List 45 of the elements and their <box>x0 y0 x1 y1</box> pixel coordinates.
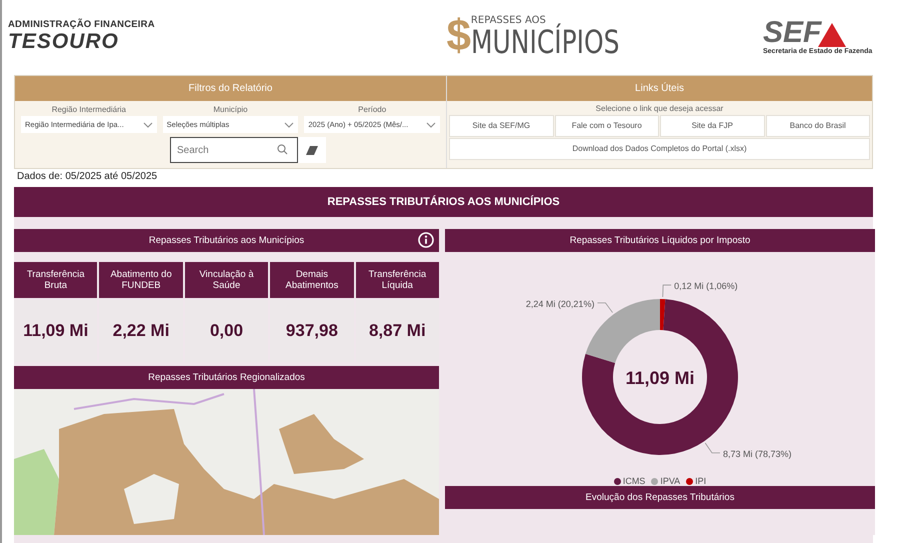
section-header: Filtros do Relatório <box>15 76 446 101</box>
donut-total: 11,09 Mi <box>625 368 695 388</box>
chevron-down-icon <box>142 122 153 128</box>
section-header: Repasses Tributários Regionalizados <box>14 366 439 389</box>
link-button[interactable]: Site da FJP <box>660 115 764 137</box>
link-button[interactable]: Fale com o Tesouro <box>554 115 659 137</box>
dollar-sign-logo: $ <box>446 14 471 58</box>
download-button[interactable]: Download dos Dados Completos do Portal (.xlsx) <box>449 138 870 160</box>
leader-line <box>704 442 720 454</box>
link-button[interactable]: Banco do Brasil <box>766 115 870 137</box>
kpi-header: Vinculação à Saúde <box>184 262 268 298</box>
legend-label: ICMS <box>622 476 646 486</box>
report-title: REPASSES TRIBUTÁRIOS AOS MUNICÍPIOS <box>14 187 873 217</box>
kpi-header: Demais Abatimentos <box>270 262 354 298</box>
clear-button[interactable] <box>298 137 326 163</box>
links-prompt: Selecione o link que deseja acessar <box>594 104 724 113</box>
info-icon[interactable] <box>418 232 434 248</box>
eraser-icon <box>306 146 318 154</box>
section-header: Evolução dos Repasses Tributários <box>445 486 875 509</box>
search-icon <box>277 144 288 155</box>
section-title: Repasses Tributários aos Municípios <box>148 235 304 246</box>
dropdown-label: Região Intermediária <box>52 105 126 114</box>
chevron-down-icon <box>284 122 294 128</box>
sef-logo: SEF <box>763 18 822 48</box>
dropdown-label: Município <box>213 105 248 114</box>
leader-line <box>597 302 613 313</box>
org-label: ADMINISTRAÇÃO FINANCEIRA <box>8 18 155 30</box>
date-range: Dados de: 05/2025 até 05/2025 <box>17 171 158 184</box>
search-field[interactable]: Search <box>170 137 298 163</box>
link-button[interactable]: Site da SEF/MG <box>449 115 554 137</box>
kpi-header: Abatimento do FUNDEB <box>99 262 183 298</box>
kpi-header: Transferência Líquida <box>356 262 440 298</box>
section-header: Links Úteis <box>447 76 872 101</box>
legend-label: IPI <box>695 476 706 486</box>
data-label: 0,12 Mi (1,06%) <box>674 281 738 292</box>
data-label: 8,73 Mi (78,73%) <box>723 448 792 459</box>
chevron-down-icon <box>426 122 436 128</box>
section-header: Repasses Tributários Líquidos por Imposto <box>445 229 875 252</box>
legend-label: IPVA <box>660 476 680 486</box>
org-name: TESOURO <box>8 30 120 54</box>
dropdown-label: Período <box>358 105 386 114</box>
data-label: 2,24 Mi (20,21%) <box>526 298 594 309</box>
leader-line <box>662 284 672 298</box>
logo-subtitle: REPASSES AOS <box>470 15 546 26</box>
kpi-header: Transferência Bruta <box>14 262 98 298</box>
